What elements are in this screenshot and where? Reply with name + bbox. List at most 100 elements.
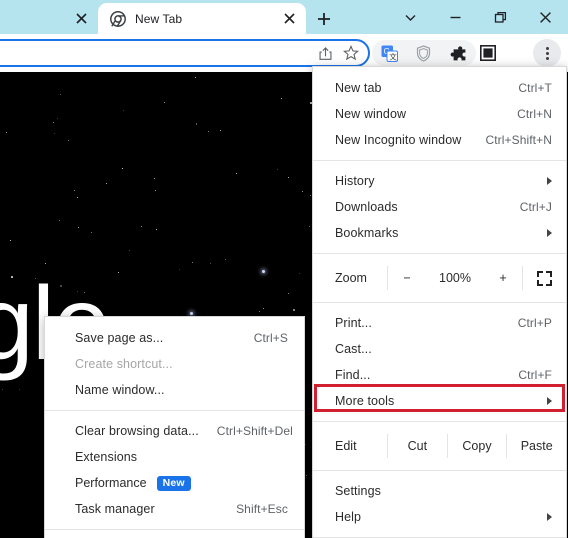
menu-item-downloads[interactable]: Downloads Ctrl+J [313,194,566,220]
menu-item-label: Print... [335,316,372,330]
menu-section-settings: Settings Help [313,478,566,530]
tab-active[interactable]: New Tab [98,3,306,34]
menu-item-settings[interactable]: Settings [313,478,566,504]
restore-icon [494,11,507,23]
menu-item-label: Clear browsing data... [75,424,199,438]
menu-item-label: New window [335,107,407,121]
shield-icon[interactable] [413,42,435,64]
menu-section-new: New tab Ctrl+T New window Ctrl+N New Inc… [313,75,566,153]
fullscreen-icon [537,270,552,286]
menu-zoom-row: Zoom − 100% + [313,261,566,295]
menu-edit-row: Edit Cut Copy Paste [313,429,566,463]
menu-section-browse: History Downloads Ctrl+J Bookmarks [313,168,566,246]
menu-item-new-window[interactable]: New window Ctrl+N [313,101,566,127]
zoom-in-button[interactable]: + [484,261,522,295]
tab-close-button[interactable] [280,10,298,28]
browser-window: gle G New Tab [0,0,568,538]
menu-item-label: Create shortcut... [75,357,173,371]
window-controls [388,0,568,34]
tab-search-button[interactable] [388,0,433,34]
menu-item-help[interactable]: Help [313,504,566,530]
menu-dot [545,51,549,55]
menu-item-label: New Incognito window [335,133,462,147]
star-glyph-icon [343,45,359,61]
submenu-item-extensions[interactable]: Extensions [45,444,304,470]
menu-item-find[interactable]: Find... Ctrl+F [313,362,566,388]
share-icon[interactable] [312,40,338,66]
menu-item-print[interactable]: Print... Ctrl+P [313,310,566,336]
submenu-item-name-window[interactable]: Name window... [45,377,304,403]
tab-partial[interactable] [0,3,98,34]
menu-separator [313,470,566,471]
menu-item-label: Extensions [75,450,138,464]
menu-item-new-tab[interactable]: New tab Ctrl+T [313,75,566,101]
zoom-label: Zoom [335,271,367,285]
menu-item-cast[interactable]: Cast... [313,336,566,362]
cut-button[interactable]: Cut [388,429,447,463]
more-tools-submenu: Save page as... Ctrl+S Create shortcut..… [44,316,305,538]
submenu-group-save: Save page as... Ctrl+S Create shortcut..… [45,325,304,403]
edit-label: Edit [335,439,357,453]
submenu-item-performance[interactable]: Performance New [45,470,304,496]
google-translate-icon[interactable]: G 文 [378,42,400,64]
menu-item-accel: Ctrl+S [253,331,288,345]
submenu-item-task-manager[interactable]: Task manager Shift+Esc [45,496,304,522]
chevron-right-icon [547,177,552,185]
menu-separator [45,529,304,530]
side-panel-glyph-icon [480,45,496,61]
puzzle-glyph-icon [450,45,466,60]
menu-item-accel: Ctrl+J [519,200,552,214]
menu-item-accel: Ctrl+N [517,107,552,121]
menu-item-label: Settings [335,484,381,498]
menu-separator [313,302,566,303]
menu-item-new-incognito-window[interactable]: New Incognito window Ctrl+Shift+N [313,127,566,153]
maximize-button[interactable] [478,0,523,34]
menu-item-label: Downloads [335,200,398,214]
paste-button[interactable]: Paste [507,429,566,463]
chrome-icon [110,10,126,27]
puzzle-icon[interactable] [448,42,470,64]
fullscreen-button[interactable] [523,261,566,295]
menu-separator [313,421,566,422]
address-bar[interactable] [0,39,370,67]
menu-separator [313,253,566,254]
plus-icon [318,13,330,25]
submenu-item-save-page-as[interactable]: Save page as... Ctrl+S [45,325,304,351]
menu-item-more-tools[interactable]: More tools [313,388,566,414]
svg-text:文: 文 [389,51,397,61]
address-input[interactable] [0,46,312,60]
new-badge: New [156,475,191,491]
menu-item-label: Task manager [75,502,155,516]
three-dot-menu-icon[interactable] [533,39,561,67]
tab-strip: New Tab [0,0,568,34]
menu-item-history[interactable]: History [313,168,566,194]
tab-close-icon[interactable] [72,10,90,28]
menu-item-label: Save page as... [75,331,164,345]
menu-separator [313,160,566,161]
zoom-level-value: 100% [439,271,471,285]
minimize-button[interactable] [433,0,478,34]
chrome-main-menu: New tab Ctrl+T New window Ctrl+N New Inc… [312,66,567,538]
new-tab-button[interactable] [312,7,336,31]
menu-item-bookmarks[interactable]: Bookmarks [313,220,566,246]
menu-item-more-tools-wrap: More tools [313,384,566,414]
close-window-button[interactable] [523,0,568,34]
menu-item-label: History [335,174,375,188]
submenu-item-clear-browsing-data[interactable]: Clear browsing data... Ctrl+Shift+Del [45,418,304,444]
menu-item-label: New tab [335,81,382,95]
menu-item-label: Cast... [335,342,372,356]
menu-dot [545,46,549,50]
share-glyph-icon [319,46,331,60]
zoom-out-button[interactable]: − [388,261,426,295]
bookmark-star-icon[interactable] [338,40,364,66]
menu-section-print: Print... Ctrl+P Cast... Find... Ctrl+F M… [313,310,566,414]
copy-button[interactable]: Copy [448,429,507,463]
menu-item-accel: Shift+Esc [236,502,288,516]
close-icon [283,13,295,24]
side-panel-icon[interactable] [476,41,500,65]
menu-item-label: Help [335,510,362,524]
menu-item-accel: Ctrl+Shift+Del [216,424,293,438]
chevron-right-icon [547,229,552,237]
menu-item-accel: Ctrl+T [518,81,552,95]
submenu-group-tools: Clear browsing data... Ctrl+Shift+Del Ex… [45,418,304,522]
